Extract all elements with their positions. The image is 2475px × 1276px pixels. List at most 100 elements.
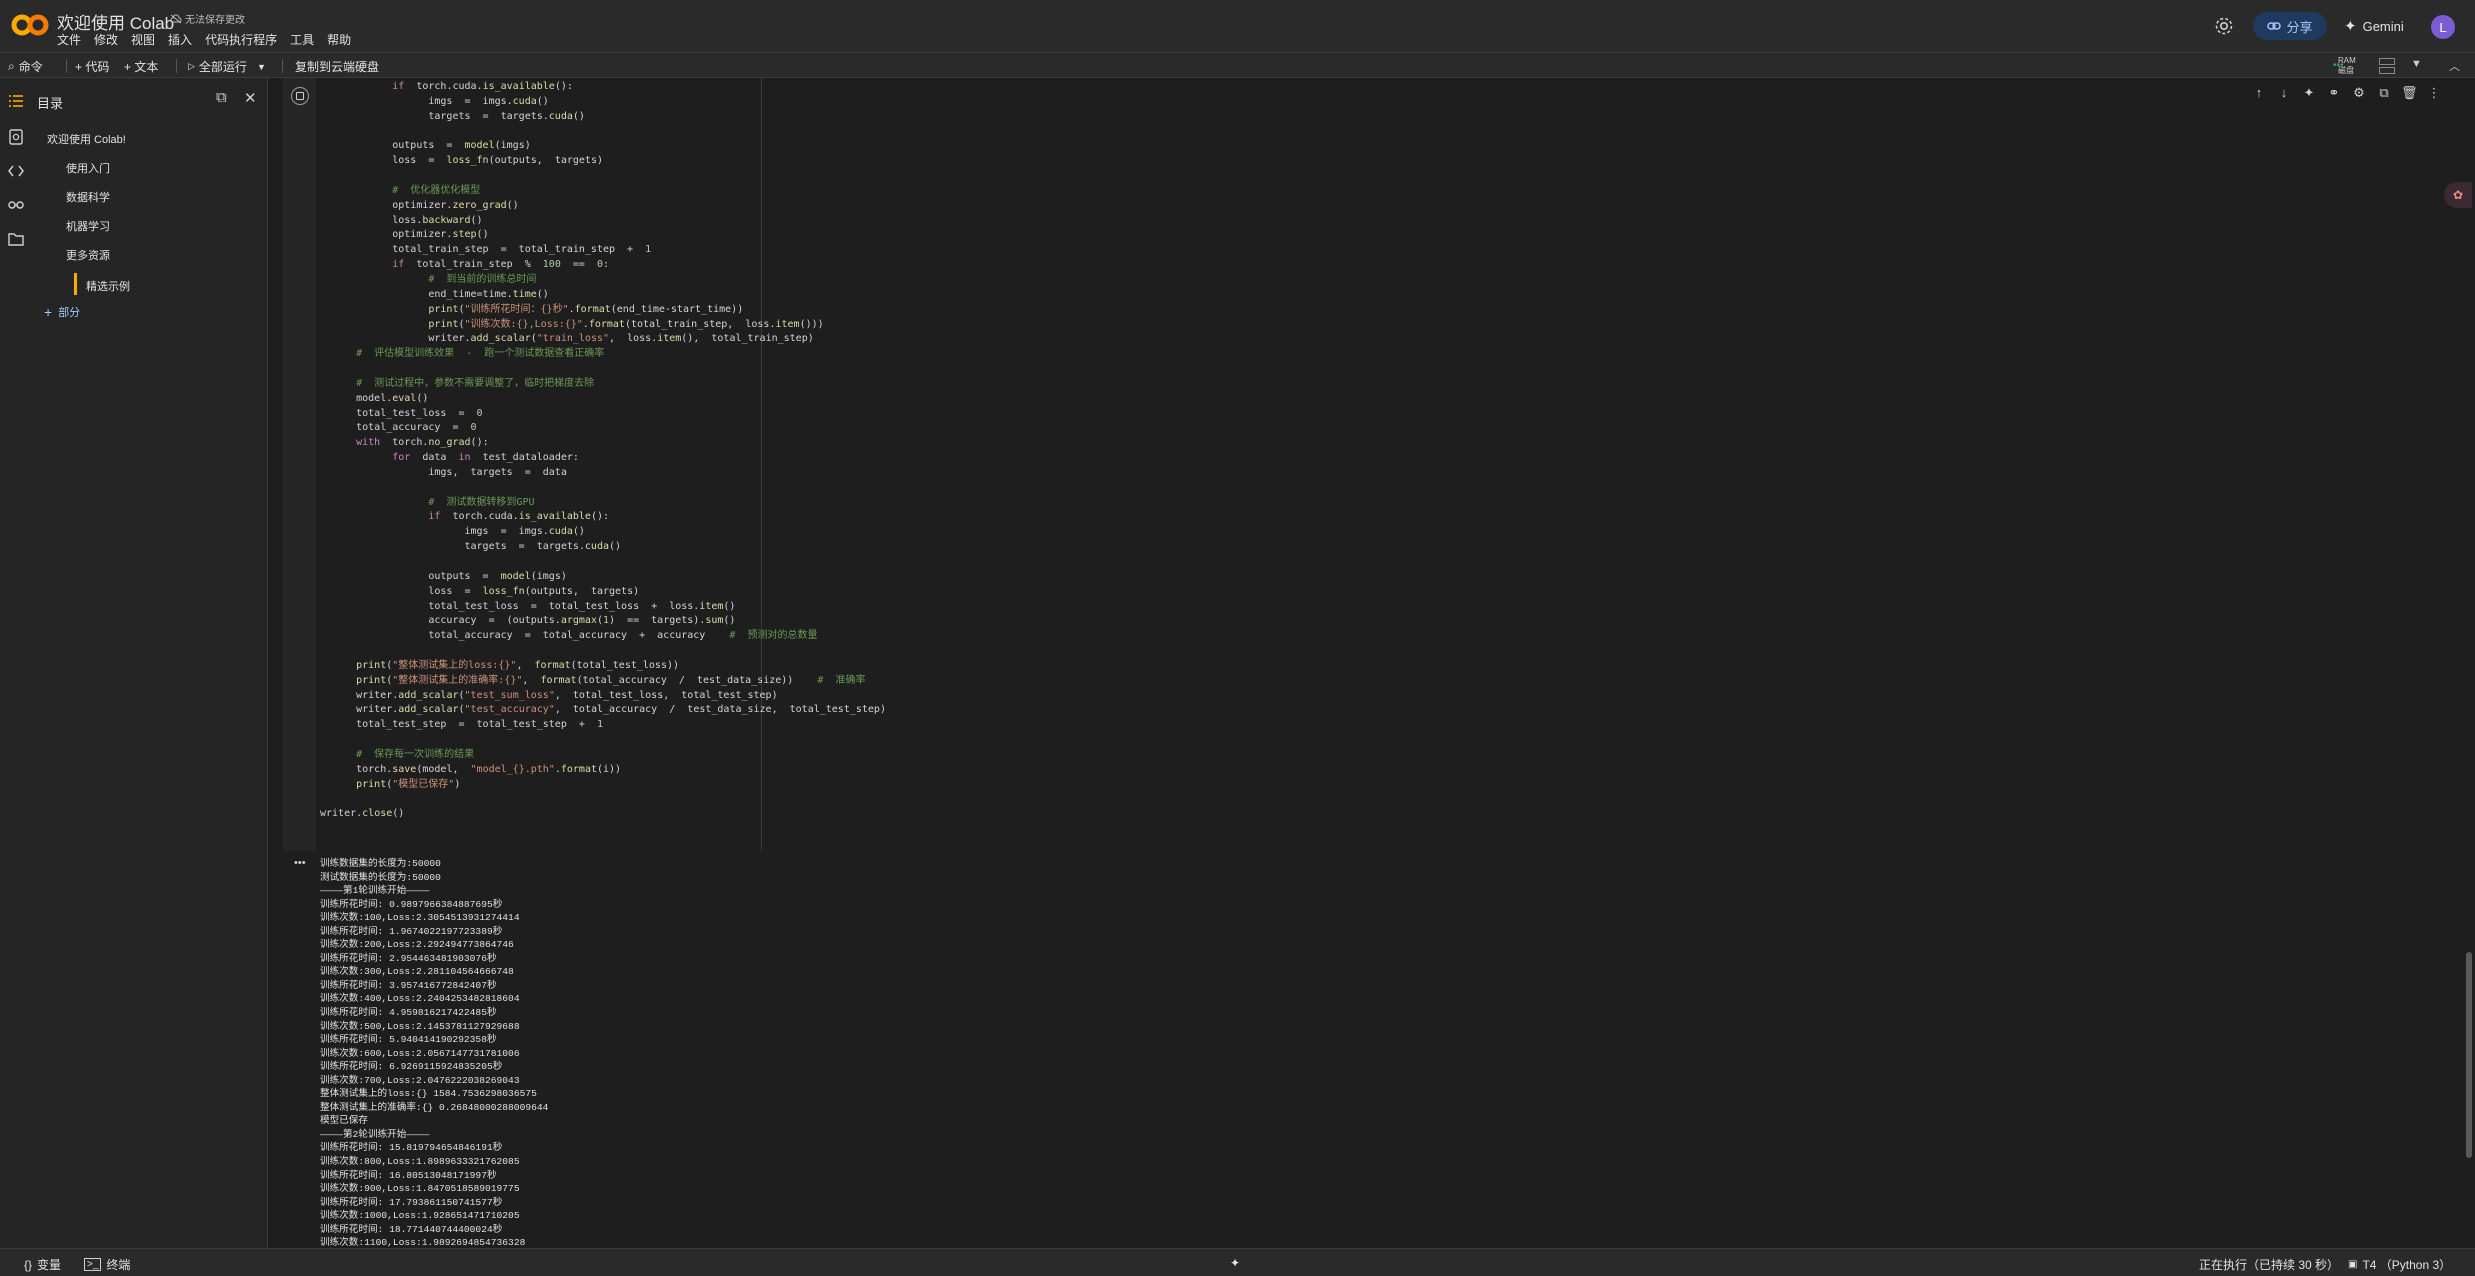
- play-icon: ▷: [188, 61, 195, 71]
- gemini-sparkle-icon[interactable]: ✦: [1230, 1256, 1240, 1270]
- copy-to-drive-button[interactable]: 复制到云端硬盘: [295, 58, 379, 75]
- code-line: # 优化器优化模型: [320, 184, 481, 196]
- move-down-arrow-icon[interactable]: ↓: [2276, 85, 2292, 101]
- output-line: 训练所花时间: 17.793861150741577秒: [320, 1196, 503, 1208]
- output-line: 训练数据集的长度为:50000: [320, 858, 441, 869]
- code-line: for data in test_dataloader:: [392, 452, 579, 464]
- output-line: ————第2轮训练开始————: [320, 1128, 430, 1140]
- menu-insert[interactable]: 插入: [168, 31, 192, 48]
- add-text-button[interactable]: + 文本: [124, 58, 158, 75]
- add-code-button[interactable]: + 代码: [75, 58, 109, 75]
- output-line: 整体测试集上的准确率:{} 0.26848000288009644: [320, 1101, 549, 1113]
- mirror-cell-icon[interactable]: ⧉: [2376, 85, 2392, 101]
- output-line: 训练所花时间: 4.959816217422485秒: [320, 1007, 497, 1019]
- chevron-down-icon[interactable]: ▼: [257, 62, 266, 72]
- cell-toolbar: ↑ ↓ ✦ ⚭ ⚙ ⧉ 🗑 ⋮: [2251, 85, 2442, 101]
- save-state: 无法保存更改: [170, 11, 245, 26]
- toc-panel: 目录 ⧉ ✕ 欢迎使用 Colab! 使用入门 数据科学 机器学习 更多资源 精…: [32, 78, 268, 1248]
- output-line: 训练次数:600,Loss:2.0567147731781006: [320, 1047, 520, 1059]
- code-editor[interactable]: if torch.cuda.is_available(): imgs = img…: [320, 80, 886, 822]
- toolbar-divider: [282, 59, 283, 73]
- code-line: targets = targets.cuda(): [320, 110, 585, 122]
- code-line: imgs, targets = data: [320, 466, 567, 478]
- output-line: 训练次数:900,Loss:1.8470518589019775: [320, 1183, 520, 1195]
- output-options-icon[interactable]: •••: [294, 857, 306, 869]
- command-palette-button[interactable]: ⌕ 命令: [8, 58, 43, 75]
- code-line: targets = targets.cuda(): [320, 541, 622, 553]
- open-in-tab-icon[interactable]: ⧉: [216, 89, 227, 106]
- more-vertical-icon[interactable]: ⋮: [2426, 85, 2442, 101]
- code-line: optimizer.step(): [320, 229, 489, 241]
- share-button[interactable]: 分享: [2253, 12, 2327, 40]
- output-line: 训练所花时间: 16.8051304817199​7秒: [320, 1169, 497, 1181]
- status-bar: {} 变量 >_ 终端 ✦ 正在执行（已持续 30 秒） ▣ T4 （Pytho…: [0, 1248, 2475, 1276]
- output-line: 训练次数:500,Loss:2.1453781127929688: [320, 1020, 520, 1032]
- variables-label: 变量: [37, 1258, 62, 1272]
- output-line: 训练次数:1000,Loss:1.928651471710205: [320, 1210, 520, 1222]
- execution-status[interactable]: 正在执行（已持续 30 秒）: [2199, 1256, 2339, 1273]
- code-line: # 评估模型训练效果 - 跑一个测试数据查看正确率: [320, 348, 605, 360]
- output-line: 训练所花时间: 3.957416772842407秒: [320, 979, 497, 991]
- account-avatar[interactable]: L: [2431, 15, 2455, 39]
- link-icon[interactable]: ⚭: [2326, 85, 2342, 101]
- toc-item-featured-examples[interactable]: 精选示例: [86, 278, 130, 294]
- toc-item-machine-learning[interactable]: 机器学习: [66, 218, 110, 234]
- scrollbar-thumb[interactable]: [2466, 952, 2472, 1158]
- floating-assistant-icon[interactable]: ✿: [2444, 182, 2472, 208]
- gemini-sparkle-icon[interactable]: ✦: [2301, 85, 2317, 101]
- link-icon: [2267, 22, 2282, 30]
- menu-tools[interactable]: 工具: [290, 31, 314, 48]
- code-line: total_train_step = total_train_step + 1: [320, 244, 652, 256]
- output-line: 训练所花时间: 5.940414190292358秒: [320, 1034, 497, 1046]
- menu-view[interactable]: 视图: [131, 31, 155, 48]
- code-line: if total_train_step % 100 == 0:: [392, 259, 610, 271]
- toc-item-data-science[interactable]: 数据科学: [66, 189, 110, 205]
- menu-runtime[interactable]: 代码执行程序: [205, 31, 277, 48]
- disk-usage-bar: [2379, 67, 2395, 74]
- terminal-button[interactable]: >_ 终端: [84, 1256, 130, 1273]
- find-replace-icon[interactable]: [7, 128, 25, 146]
- resource-monitor[interactable]: RAM 磁盘: [2338, 56, 2356, 76]
- toc-item-getting-started[interactable]: 使用入门: [66, 160, 110, 176]
- code-line: writer.add_scalar("test_sum_loss", total…: [320, 689, 778, 701]
- secrets-key-icon[interactable]: [7, 196, 25, 214]
- toc-item-welcome[interactable]: 欢迎使用 Colab!: [47, 131, 126, 147]
- run-all-button[interactable]: ▷ 全部运行 ▼: [188, 58, 266, 75]
- delete-trash-icon[interactable]: 🗑: [2401, 85, 2418, 101]
- code-line: total_accuracy = total_accuracy + accura…: [320, 630, 818, 642]
- move-up-arrow-icon[interactable]: ↑: [2251, 85, 2267, 101]
- code-line: loss.backward(): [320, 214, 483, 226]
- settings-gear-icon[interactable]: [2212, 14, 2236, 38]
- menu-edit[interactable]: 修改: [94, 31, 118, 48]
- output-line: 测试数据集的长度为:50000: [320, 871, 441, 883]
- code-line: # 测试过程中，参数不需要调整了，临时把梯度去除: [320, 377, 595, 389]
- terminal-label: 终端: [106, 1258, 131, 1272]
- runtime-type[interactable]: ▣ T4 （Python 3）: [2348, 1256, 2451, 1273]
- collapse-header-chevron-icon[interactable]: ︿: [2449, 58, 2460, 74]
- output-line: 训练所花时间: 0.9897966384887695秒: [320, 898, 503, 910]
- menu-help[interactable]: 帮助: [327, 31, 351, 48]
- add-section-button[interactable]: + 部分: [44, 304, 80, 320]
- code-line: loss = loss_fn(outputs, targets): [320, 155, 603, 167]
- stop-execution-button[interactable]: [291, 87, 309, 105]
- runtime-menu-chevron-icon[interactable]: ▼: [2411, 58, 2422, 70]
- settings-gear-icon[interactable]: ⚙: [2351, 85, 2367, 101]
- output-line: 训练次数:300,Loss:2.281104564666748: [320, 966, 514, 978]
- code-snippets-icon[interactable]: [7, 162, 25, 180]
- table-of-contents-icon[interactable]: [7, 92, 25, 110]
- variables-button[interactable]: {} 变量: [24, 1256, 61, 1273]
- toc-item-more-resources[interactable]: 更多资源: [66, 247, 110, 263]
- menu-file[interactable]: 文件: [57, 31, 81, 48]
- files-folder-icon[interactable]: [7, 230, 25, 248]
- colab-logo-icon[interactable]: [10, 12, 50, 38]
- code-line: print("模型已保存"): [356, 778, 461, 790]
- output-line: 训练次数:700,Loss:2.0476222038269043: [320, 1074, 520, 1086]
- code-line: outputs = model(imgs): [320, 570, 567, 582]
- disk-label: 磁盘: [2338, 66, 2354, 75]
- gemini-button[interactable]: ✦ Gemini: [2344, 12, 2404, 40]
- code-line: writer.add_scalar("train_loss", loss.ite…: [320, 333, 814, 345]
- close-icon[interactable]: ✕: [244, 89, 257, 107]
